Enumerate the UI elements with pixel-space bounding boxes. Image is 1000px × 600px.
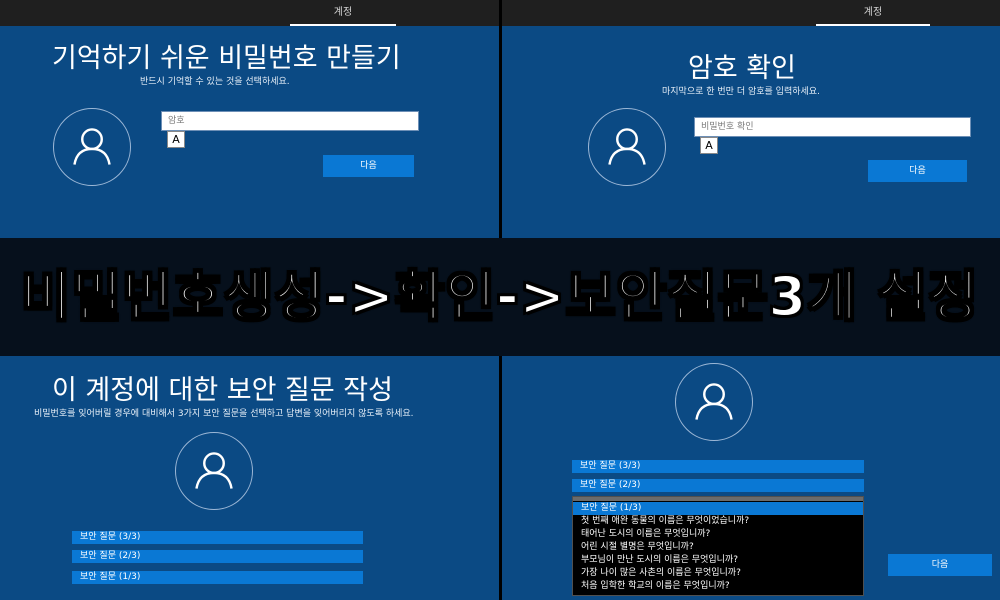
page-subtitle: 반드시 기억할 수 있는 것을 선택하세요.: [140, 77, 290, 87]
security-question-select-2[interactable]: 보안 질문 (2/3): [572, 479, 864, 492]
security-question-select-3[interactable]: 보안 질문 (3/3): [572, 460, 864, 473]
user-avatar: [53, 108, 131, 186]
user-avatar: [175, 432, 253, 510]
user-avatar: [588, 108, 666, 186]
dropdown-option[interactable]: 태어난 도시의 이름은 무엇입니까?: [573, 528, 863, 541]
security-questions-panel: 이 계정에 대한 보안 질문 작성 비밀번호를 잊어버릴 경우에 대비해서 3가…: [0, 356, 499, 600]
top-bar: 계정: [502, 0, 1000, 26]
user-avatar: [675, 363, 753, 441]
tab-underline: [816, 24, 930, 26]
confirm-password-panel: 계정 암호 확인 마지막으로 한 번만 더 암호를 입력하세요. 비밀번호 확인…: [502, 0, 1000, 238]
page-title: 기억하기 쉬운 비밀번호 만들기: [52, 43, 401, 74]
page-title: 암호 확인: [688, 53, 796, 84]
page-subtitle: 마지막으로 한 번만 더 암호를 입력하세요.: [662, 87, 820, 97]
next-button[interactable]: 다음: [868, 160, 967, 182]
create-password-panel: 계정 기억하기 쉬운 비밀번호 만들기 반드시 기억할 수 있는 것을 선택하세…: [0, 0, 499, 238]
banner-caption: 비밀번호생성->확인->보안질문3개 설정: [20, 264, 979, 329]
page-title: 이 계정에 대한 보안 질문 작성: [52, 375, 393, 406]
dropdown-option[interactable]: 처음 입학한 학교의 이름은 무엇입니까?: [573, 580, 863, 593]
top-bar: 계정: [0, 0, 499, 26]
security-question-select-2[interactable]: 보안 질문 (2/3): [72, 550, 363, 563]
ime-indicator: A: [700, 137, 718, 154]
tab-account[interactable]: 계정: [816, 0, 930, 26]
dropdown-option[interactable]: 첫 번째 애완 동물의 이름은 무엇이었습니까?: [573, 515, 863, 528]
dropdown-option[interactable]: 부모님이 만난 도시의 이름은 무엇입니까?: [573, 554, 863, 567]
dropdown-option[interactable]: 가장 나이 많은 사촌의 이름은 무엇입니까?: [573, 567, 863, 580]
user-icon: [695, 383, 733, 420]
confirm-password-input[interactable]: 비밀번호 확인: [694, 117, 971, 137]
user-icon: [608, 128, 646, 165]
page-subtitle: 비밀번호를 잊어버릴 경우에 대비해서 3가지 보안 질문을 선택하고 답변을 …: [34, 409, 414, 419]
next-button[interactable]: 다음: [888, 554, 992, 576]
tab-account[interactable]: 계정: [290, 0, 396, 26]
next-button[interactable]: 다음: [323, 155, 414, 177]
user-icon: [73, 128, 111, 165]
dropdown-selected-item[interactable]: 보안 질문 (1/3): [573, 502, 863, 515]
caption-banner: 비밀번호생성->확인->보안질문3개 설정: [0, 238, 1000, 356]
ime-indicator: A: [167, 131, 185, 148]
security-question-select-3[interactable]: 보안 질문 (3/3): [72, 531, 363, 544]
security-question-select-1[interactable]: 보안 질문 (1/3): [72, 571, 363, 584]
tab-underline: [290, 24, 396, 26]
dropdown-option[interactable]: 어린 시절 별명은 무엇입니까?: [573, 541, 863, 554]
user-icon: [195, 452, 233, 489]
password-input[interactable]: 암호: [161, 111, 419, 131]
dropdown-edge: [573, 497, 863, 501]
security-question-dropdown[interactable]: 보안 질문 (1/3) 첫 번째 애완 동물의 이름은 무엇이었습니까? 태어난…: [572, 496, 864, 596]
